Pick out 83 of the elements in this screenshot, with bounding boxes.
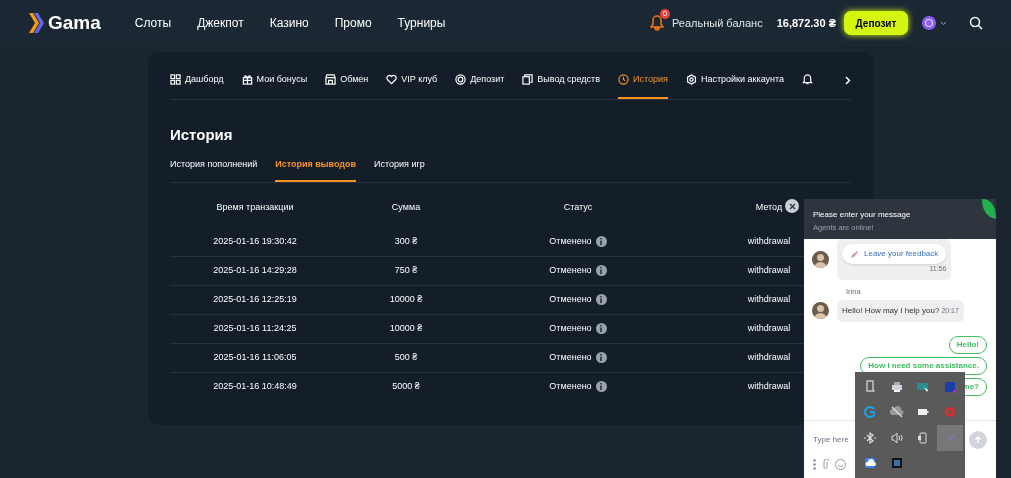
account-tab[interactable]: VIP клуб [386,62,438,99]
account-tab[interactable]: Мои бонусы [241,62,308,99]
column-header: Метод [755,202,783,213]
table-cell: 2025-01-16 11:24:25 [213,322,297,333]
cards-icon [522,74,534,85]
logo-icon [28,12,44,34]
column-header: Сумма [391,202,421,213]
grid-icon [170,74,181,85]
history-tab[interactable]: История выводов [275,157,357,182]
more-icon[interactable] [813,459,816,470]
nav-link[interactable]: Промо [334,14,372,32]
table-cell: 500 ₴ [394,351,418,362]
table-cell: Отменено [549,234,592,248]
deposit-button[interactable]: Депозит [844,11,908,35]
close-icon [788,202,796,210]
info-icon[interactable] [595,323,607,334]
coin-icon [455,74,467,85]
history-tab[interactable]: История игр [374,157,425,182]
account-tab[interactable]: Настройки аккаунта [685,62,785,99]
clock-icon [618,74,630,85]
account-tab[interactable]: Вывод средств [522,62,601,99]
gift-icon [241,74,253,85]
nav-link[interactable]: Джекпот [197,14,244,32]
pen-icon [850,249,859,259]
emoji-icon[interactable] [835,459,846,470]
table-cell: 750 ₴ [394,264,418,275]
table-cell-text: Отменено [549,292,592,306]
table-cell: withdrawal [747,322,791,333]
table-cell: withdrawal [747,235,791,246]
account-tab[interactable]: История [618,62,668,99]
message-input[interactable]: Type here [813,434,953,446]
bell-icon [802,74,814,85]
table-cell: 2025-01-16 12:25:19 [213,293,297,304]
message-text: Hello! How may I help you? [842,304,940,317]
table-cell-text: Отменено [549,380,592,393]
table-cell-text: Отменено [549,263,592,277]
column-header: Время транзакции [216,202,294,213]
search-icon[interactable] [969,16,983,30]
table-cell: withdrawal [747,351,791,362]
page-title: История [170,125,234,145]
info-icon[interactable] [595,235,607,247]
gear-icon [685,74,697,85]
history-tab[interactable]: История пополнений [170,157,258,182]
shop-icon [325,74,337,85]
balance-label: Реальный баланс [671,15,763,31]
info-icon[interactable] [595,352,607,363]
table-cell: 300 ₴ [394,235,418,246]
balance-amount: 16,872.30 ₴ [776,15,836,31]
avatar-icon[interactable] [922,16,936,30]
table-cell-text: Отменено [549,321,592,335]
account-tab[interactable]: Дашборд [170,62,224,99]
table-cell: withdrawal [747,264,791,275]
account-tab[interactable]: Обмен [325,62,369,99]
heart-icon [386,74,398,85]
table-cell: withdrawal [747,293,791,304]
nav-link[interactable]: Слоты [134,14,172,32]
chat-title: Please enter your message [813,209,912,221]
nav-link[interactable]: Турниры [397,14,446,32]
info-icon[interactable] [595,265,607,276]
notification-badge: 0 [659,9,670,19]
account-tab[interactable]: Депозит [455,62,505,99]
info-icon[interactable] [595,294,607,305]
logo-text[interactable]: Gama [48,8,101,38]
table-cell: 2025-01-16 14:29:28 [213,264,297,275]
feedback-button[interactable]: Leave your feedback [842,244,947,264]
column-header: Статус [563,202,593,213]
table-cell: withdrawal [747,381,791,391]
info-icon[interactable] [595,381,607,393]
nav-link[interactable]: Казино [269,14,309,32]
chevron-down-icon[interactable] [940,20,947,26]
table-cell: 2025-01-16 10:48:49 [213,381,297,391]
table-cell: 2025-01-16 11:06:05 [213,351,297,362]
table-cell: 5000 ₴ [392,381,420,391]
arrow-up-icon [974,436,982,444]
avatar-icon [812,302,829,320]
bell-icon[interactable] [649,15,664,31]
chevron-right-icon[interactable] [845,76,851,85]
leaf-icon [982,199,996,219]
table-cell: 2025-01-16 19:30:42 [213,235,297,246]
table-cell: 10000 ₴ [389,293,423,304]
avatar-icon [812,250,829,268]
table-cell: 10000 ₴ [389,322,423,333]
table-cell-text: Отменено [549,350,592,364]
